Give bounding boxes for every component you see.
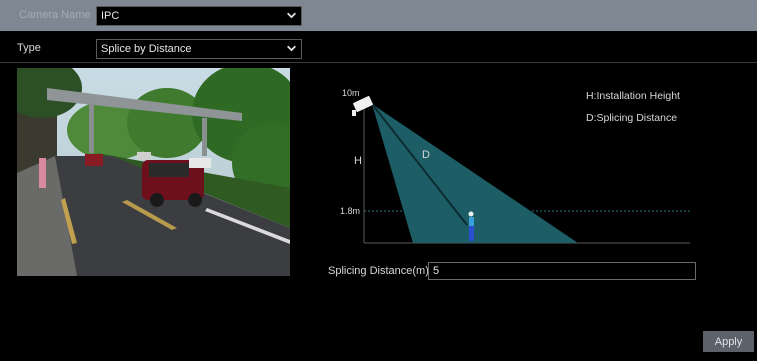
type-select[interactable]: Splice by Distance [96,39,302,59]
type-value: Splice by Distance [101,43,192,55]
chevron-down-icon [287,45,296,52]
legend-splicing-distance: D:Splicing Distance [586,112,678,124]
top-height-label: 10m [342,88,360,98]
installation-diagram: 10m 1.8m H D [340,88,690,244]
type-label: Type [17,42,41,54]
camera-name-value: IPC [101,10,120,22]
camera-name-select[interactable]: IPC [96,6,302,26]
bottom-height-label: 1.8m [340,206,360,216]
splicing-distance-input[interactable] [428,262,696,280]
chevron-down-icon [287,12,296,19]
apply-button[interactable]: Apply [703,331,754,352]
distance-symbol: D [422,149,430,161]
camera-preview [17,68,290,276]
camera-icon [352,95,373,116]
field-of-view-cone [372,104,578,243]
height-symbol: H [354,155,362,167]
camera-name-label: Camera Name [19,9,91,21]
legend-installation-height: H:Installation Height [586,90,680,102]
section-divider [0,62,757,63]
splicing-distance-label: Splicing Distance(m) [328,265,429,277]
